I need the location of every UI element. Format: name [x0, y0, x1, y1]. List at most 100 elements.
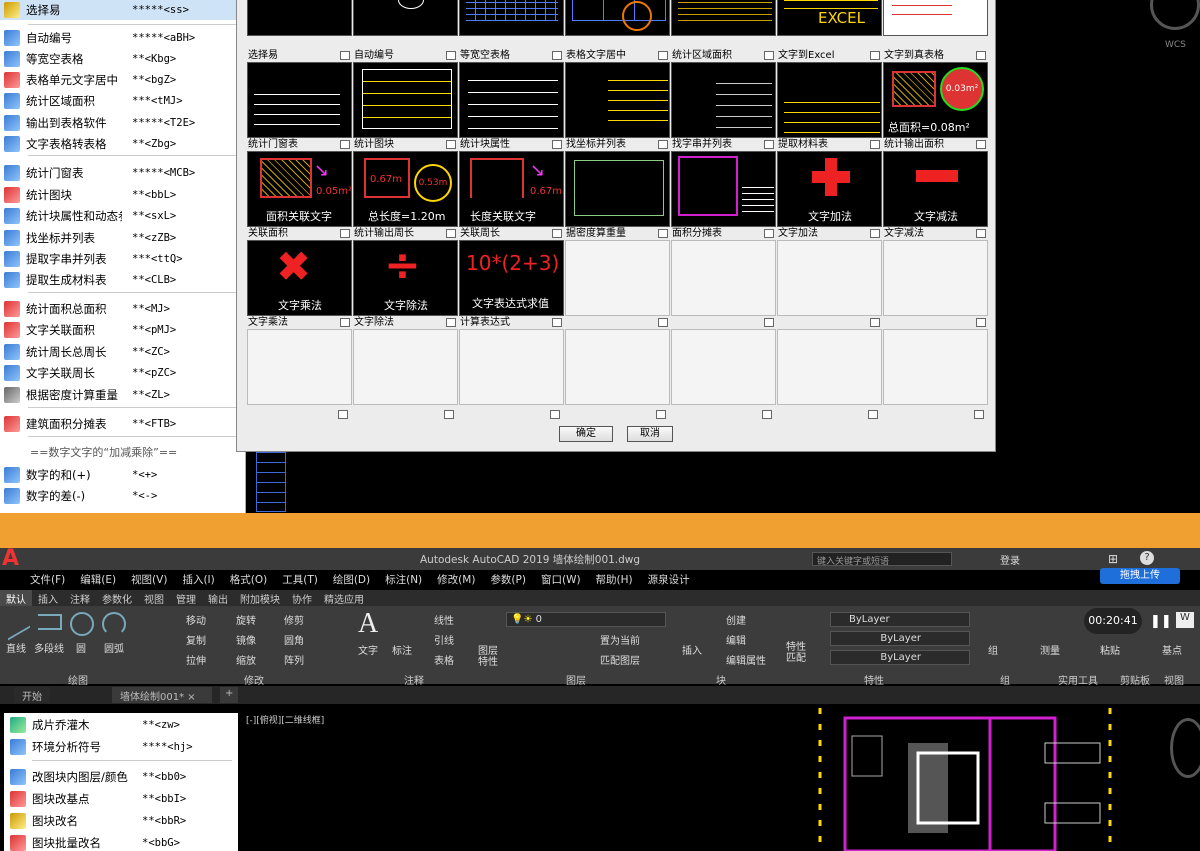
- ok-button[interactable]: 确定: [559, 426, 613, 442]
- menu-item[interactable]: 成片乔灌木 **<zw>: [4, 715, 238, 735]
- gallery-cell[interactable]: 统计块属性 ↘ 0.67m 长度关联文字: [459, 138, 564, 227]
- menu-item[interactable]: 数字的差(-) *<->: [0, 486, 246, 506]
- gallery-cell[interactable]: 选择易: [247, 49, 352, 138]
- menu-item[interactable]: 等宽空表格 **<Kbg>: [0, 49, 246, 69]
- gallery-cell[interactable]: EXCEL: [777, 0, 882, 49]
- gallery-thumbnail[interactable]: ÷ 文字除法: [353, 240, 458, 316]
- linetype-dropdown[interactable]: ByLayer: [830, 631, 970, 646]
- panel-label-4[interactable]: 块: [716, 672, 726, 687]
- checkbox[interactable]: [552, 229, 562, 238]
- gallery-thumbnail[interactable]: 143: [353, 0, 458, 36]
- gallery-cell[interactable]: 统计输出周长 ÷ 文字除法: [353, 227, 458, 316]
- modify-tool-3[interactable]: 复制: [186, 632, 206, 647]
- gallery-thumbnail[interactable]: [565, 0, 670, 36]
- modify-tool-2[interactable]: 修剪: [284, 612, 304, 627]
- checkbox[interactable]: [340, 229, 350, 238]
- gallery-thumbnail[interactable]: [565, 62, 670, 138]
- menu-item[interactable]: 图块改基点 **<bbI>: [4, 789, 238, 809]
- gallery-cell[interactable]: [565, 316, 670, 405]
- gallery-cell[interactable]: 统计图块 0.67m 0.53m 总长度=1.20m: [353, 138, 458, 227]
- checkbox[interactable]: [762, 410, 772, 419]
- gallery-thumbnail[interactable]: 0.67m 0.53m 总长度=1.20m: [353, 151, 458, 227]
- gallery-thumbnail[interactable]: [883, 240, 988, 316]
- menu-item[interactable]: 统计区域面积 ***<tMJ>: [0, 91, 246, 111]
- panel-label-7[interactable]: 实用工具: [1058, 672, 1098, 687]
- gallery-thumbnail[interactable]: [353, 329, 458, 405]
- menu-item[interactable]: 提取生成材料表 **<CLB>: [0, 270, 246, 290]
- checkbox[interactable]: [552, 51, 562, 60]
- arc-icon[interactable]: [102, 612, 126, 636]
- menu-11[interactable]: 帮助(H): [596, 572, 633, 590]
- gallery-thumbnail[interactable]: 0.03m² 总面积=0.08m²: [883, 62, 988, 138]
- gallery-cell[interactable]: 面积分摊表: [671, 227, 776, 316]
- gallery-thumbnail[interactable]: [883, 0, 988, 36]
- checkbox[interactable]: [868, 410, 878, 419]
- gallery-cell[interactable]: 统计输出面积 文字减法: [883, 138, 988, 227]
- annot-tool-4[interactable]: 表格: [434, 652, 454, 667]
- gallery-cell[interactable]: [883, 0, 988, 49]
- gallery-cell[interactable]: [883, 316, 988, 405]
- close-icon[interactable]: ×: [187, 692, 195, 703]
- gallery-thumbnail[interactable]: [777, 329, 882, 405]
- pause-icon[interactable]: ❚❚: [1150, 614, 1172, 629]
- checkbox[interactable]: [976, 140, 986, 149]
- block-tool-3[interactable]: 编辑属性: [726, 652, 766, 667]
- gallery-cell[interactable]: 等宽空表格: [459, 49, 564, 138]
- checkbox[interactable]: [446, 140, 456, 149]
- annot-tool-3[interactable]: 引线: [434, 632, 454, 647]
- gallery-thumbnail[interactable]: [459, 329, 564, 405]
- menu-item[interactable]: 图块改名 **<bbR>: [4, 811, 238, 831]
- gallery-thumbnail[interactable]: [777, 240, 882, 316]
- layer-tool-0[interactable]: 图层特性: [478, 646, 504, 668]
- modify-tool-0[interactable]: 移动: [186, 612, 206, 627]
- checkbox[interactable]: [656, 410, 666, 419]
- gallery-cell[interactable]: [671, 316, 776, 405]
- search-box[interactable]: 键入关键字或短语: [812, 552, 952, 567]
- menu-item[interactable]: 数字的和(+) *<+>: [0, 465, 246, 485]
- checkbox[interactable]: [764, 229, 774, 238]
- gallery-thumbnail[interactable]: [565, 151, 670, 227]
- upload-button[interactable]: 拖拽上传: [1100, 568, 1180, 584]
- gallery-cell[interactable]: 提取材料表 文字加法: [777, 138, 882, 227]
- checkbox[interactable]: [550, 410, 560, 419]
- circle-icon[interactable]: [70, 612, 94, 636]
- gallery-cell[interactable]: 文字加法: [777, 227, 882, 316]
- modify-tool-5[interactable]: 圆角: [284, 632, 304, 647]
- autocad-logo[interactable]: A: [2, 548, 28, 570]
- menu-3[interactable]: 插入(I): [182, 572, 214, 590]
- gallery-cell[interactable]: 计算表达式: [459, 316, 564, 405]
- gallery-thumbnail[interactable]: [777, 62, 882, 138]
- menu-item[interactable]: 统计门窗表 *****<MCB>: [0, 163, 246, 183]
- checkbox[interactable]: [340, 318, 350, 327]
- modify-tool-1[interactable]: 旋转: [236, 612, 256, 627]
- gallery-thumbnail[interactable]: [671, 0, 776, 36]
- checkbox[interactable]: [974, 410, 984, 419]
- ribbon-tab-9[interactable]: 精选应用: [318, 590, 370, 606]
- modify-tool-4[interactable]: 镜像: [236, 632, 256, 647]
- checkbox[interactable]: [658, 140, 668, 149]
- menu-7[interactable]: 标注(N): [385, 572, 422, 590]
- gallery-thumbnail[interactable]: [671, 151, 776, 227]
- gallery-thumbnail[interactable]: [353, 62, 458, 138]
- gallery-thumbnail[interactable]: EXCEL: [777, 0, 882, 36]
- menu-item[interactable]: 环境分析符号 ****<hj>: [4, 737, 238, 757]
- gallery-thumbnail[interactable]: ↘ 0.05m² 面积关联文字: [247, 151, 352, 227]
- checkbox[interactable]: [764, 140, 774, 149]
- checkbox[interactable]: [446, 51, 456, 60]
- gallery-cell[interactable]: 统计区域面积: [671, 49, 776, 138]
- checkbox[interactable]: [338, 410, 348, 419]
- panel-label-8[interactable]: 剪贴板: [1120, 672, 1150, 687]
- checkbox[interactable]: [340, 140, 350, 149]
- gallery-cell[interactable]: 文字到真表格 0.03m² 总面积=0.08m²: [883, 49, 988, 138]
- modify-tool-6[interactable]: 拉伸: [186, 652, 206, 667]
- gallery-cell[interactable]: 找字串并列表: [671, 138, 776, 227]
- checkbox[interactable]: [976, 229, 986, 238]
- checkbox[interactable]: [870, 140, 880, 149]
- menu-item[interactable]: 输出到表格软件 *****<T2E>: [0, 113, 246, 133]
- viewcube-bottom[interactable]: [1170, 718, 1200, 778]
- checkbox[interactable]: [658, 229, 668, 238]
- gallery-cell[interactable]: 文字除法: [353, 316, 458, 405]
- panel-label-6[interactable]: 组: [1000, 672, 1010, 687]
- ribbon-tab-2[interactable]: 注释: [64, 590, 96, 606]
- tab-drawing[interactable]: 墙体绘制001* ×: [112, 687, 212, 703]
